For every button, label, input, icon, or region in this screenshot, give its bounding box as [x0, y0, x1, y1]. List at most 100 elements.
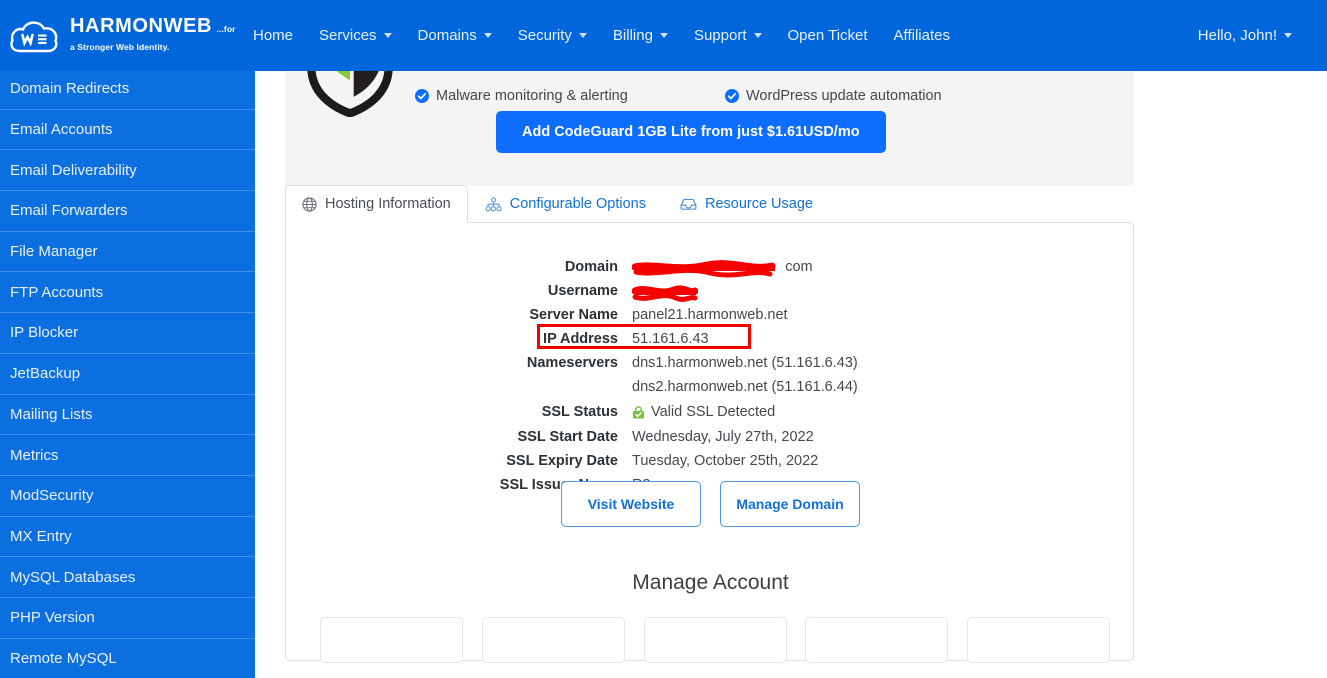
sidebar-item-ip-blocker[interactable]: IP Blocker	[0, 312, 255, 353]
sidebar-item-label: Remote MySQL	[10, 649, 117, 667]
nav-item-label: Domains	[417, 27, 477, 44]
sidebar-item-php-version[interactable]: PHP Version	[0, 596, 255, 638]
info-row-ssl-start-date: SSL Start Date Wednesday, July 27th, 202…	[286, 425, 1135, 449]
sidebar-item-label: Email Forwarders	[10, 202, 128, 220]
sidebar-item-label: Mailing Lists	[10, 405, 93, 423]
manage-account-heading: Manage Account	[632, 571, 789, 594]
tab-hosting-information[interactable]: Hosting Information	[285, 185, 468, 223]
nav-item-billing[interactable]: Billing	[600, 16, 681, 56]
chevron-down-icon	[383, 33, 392, 38]
info-row-value: Wednesday, July 27th, 2022	[632, 429, 814, 445]
domain-action-buttons: Visit Website Manage Domain	[286, 481, 1135, 527]
nav-item-home[interactable]: Home	[240, 16, 306, 56]
brand-text-block: HARMONWEB ...for a Stronger Web Identity…	[70, 16, 240, 55]
tab-label: Hosting Information	[325, 196, 451, 212]
tab-label: Resource Usage	[704, 196, 813, 212]
chevron-down-icon	[578, 33, 587, 38]
manage-account-card[interactable]	[320, 617, 463, 663]
info-row-value: aaaaaaaaa	[632, 283, 705, 302]
sitemap-icon	[485, 196, 502, 212]
sidebar-item-label: Domain Redirects	[10, 80, 130, 98]
info-row-label: IP Address	[543, 331, 618, 347]
info-row-ip-address: IP Address 51.161.6.43	[286, 327, 1135, 351]
sidebar-item-label: JetBackup	[10, 365, 81, 383]
hosting-information-panel: Domain aaaaaaaaaaaaaaaaaaa com Username	[285, 222, 1135, 663]
info-row-value: dns2.harmonweb.net (51.161.6.44)	[632, 379, 858, 395]
sidebar-item-label: File Manager	[10, 243, 98, 261]
manage-account-card-row	[320, 617, 1110, 663]
sidebar-item-modsecurity[interactable]: ModSecurity	[0, 474, 255, 516]
sidebar-item-email-forwarders[interactable]: Email Forwarders	[0, 190, 255, 231]
chevron-down-icon	[659, 33, 668, 38]
nav-item-label: Support	[693, 27, 747, 44]
nav-item-affiliates[interactable]: Affiliates	[881, 16, 963, 56]
promo-feature-item: Malware monitoring & alerting	[415, 78, 725, 114]
redaction-scribble-icon	[632, 260, 776, 278]
sidebar-item-ftp-accounts[interactable]: FTP Accounts	[0, 271, 255, 313]
info-row-label: SSL Status	[541, 404, 618, 420]
add-codeguard-button[interactable]: Add CodeGuard 1GB Lite from just $1.61US…	[496, 111, 886, 153]
sidebar-item-label: PHP Version	[10, 609, 95, 627]
tab-label: Configurable Options	[509, 196, 646, 212]
info-row-label: Server Name	[529, 307, 618, 323]
nav-item-label: Billing	[612, 27, 653, 44]
manage-account-card[interactable]	[805, 617, 949, 663]
nav-item-support[interactable]: Support	[681, 16, 775, 56]
info-row-value: panel21.harmonweb.net	[632, 307, 788, 323]
manage-account-card[interactable]	[643, 617, 787, 663]
info-row-nameserver-secondary: dns2.harmonweb.net (51.161.6.44)	[286, 375, 1135, 399]
nav-item-label: Security	[517, 27, 572, 44]
info-row-label: SSL Expiry Date	[506, 453, 618, 469]
sidebar-item-email-accounts[interactable]: Email Accounts	[0, 108, 255, 150]
user-greeting-link[interactable]: Hello, John!	[1185, 16, 1305, 56]
nav-item-domains[interactable]: Domains	[405, 16, 505, 56]
sidebar-item-label: MySQL Databases	[10, 568, 136, 586]
sidebar-item-mailing-lists[interactable]: Mailing Lists	[0, 393, 255, 435]
nav-item-label: Open Ticket	[787, 27, 868, 44]
promo-feature-item: WordPress update automation	[725, 78, 1035, 114]
brand-name: HARMONWEB	[70, 15, 213, 37]
info-row-ssl-expiry-date: SSL Expiry Date Tuesday, October 25th, 2…	[286, 449, 1135, 473]
nav-item-security[interactable]: Security	[505, 16, 600, 56]
sidebar-item-domain-redirects[interactable]: Domain Redirects	[0, 68, 255, 109]
info-row-label: Domain	[564, 259, 618, 275]
brand-logo[interactable]: HARMONWEB ...for a Stronger Web Identity…	[8, 16, 240, 56]
sidebar-item-remote-mysql[interactable]: Remote MySQL	[0, 637, 255, 678]
info-row-value: 51.161.6.43	[632, 331, 709, 347]
nav-item-services[interactable]: Services	[306, 16, 405, 56]
redaction-scribble-icon	[632, 285, 698, 302]
check-circle-icon	[415, 88, 429, 103]
visit-website-button[interactable]: Visit Website	[561, 481, 701, 527]
nav-item-label: Affiliates	[893, 27, 950, 44]
info-row-value: dns1.harmonweb.net (51.161.6.43)	[632, 355, 858, 371]
sidebar-item-jetbackup[interactable]: JetBackup	[0, 352, 255, 394]
info-row-label: SSL Start Date	[517, 429, 618, 445]
nav-item-open-ticket[interactable]: Open Ticket	[775, 16, 881, 56]
tab-configurable-options[interactable]: Configurable Options	[468, 185, 663, 223]
sidebar-item-file-manager[interactable]: File Manager	[0, 230, 255, 272]
inbox-icon	[680, 197, 697, 211]
info-row-ssl-status: SSL Status Valid SSL Detected	[286, 399, 1135, 425]
user-menu[interactable]: Hello, John!	[1185, 0, 1305, 71]
manage-account-card[interactable]	[481, 617, 625, 663]
sidebar-item-mx-entry[interactable]: MX Entry	[0, 515, 255, 557]
chevron-down-icon	[1284, 33, 1292, 38]
manage-account-card[interactable]	[967, 617, 1110, 663]
info-row-nameservers: Nameservers dns1.harmonweb.net (51.161.6…	[286, 351, 1135, 375]
sidebar-item-email-deliverability[interactable]: Email Deliverability	[0, 149, 255, 191]
domain-tld-text: com	[785, 259, 813, 275]
chevron-down-icon	[483, 33, 492, 38]
sidebar: Domain Redirects Email Accounts Email De…	[0, 68, 255, 678]
manage-domain-button[interactable]: Manage Domain	[720, 481, 860, 527]
sidebar-item-label: MX Entry	[10, 527, 72, 545]
info-row-value: Valid SSL Detected	[632, 404, 775, 420]
sidebar-item-mysql-databases[interactable]: MySQL Databases	[0, 556, 255, 597]
sidebar-item-metrics[interactable]: Metrics	[0, 434, 255, 475]
nav-item-label: Home	[253, 27, 294, 44]
promo-feature-label: WordPress update automation	[746, 87, 942, 104]
info-row-server-name: Server Name panel21.harmonweb.net	[286, 303, 1135, 327]
sidebar-item-label: ModSecurity	[10, 487, 94, 505]
redacted-domain-value: aaaaaaaaaaaaaaaaaaa	[632, 259, 785, 278]
sidebar-item-label: IP Blocker	[10, 324, 79, 342]
tab-resource-usage[interactable]: Resource Usage	[663, 185, 830, 223]
